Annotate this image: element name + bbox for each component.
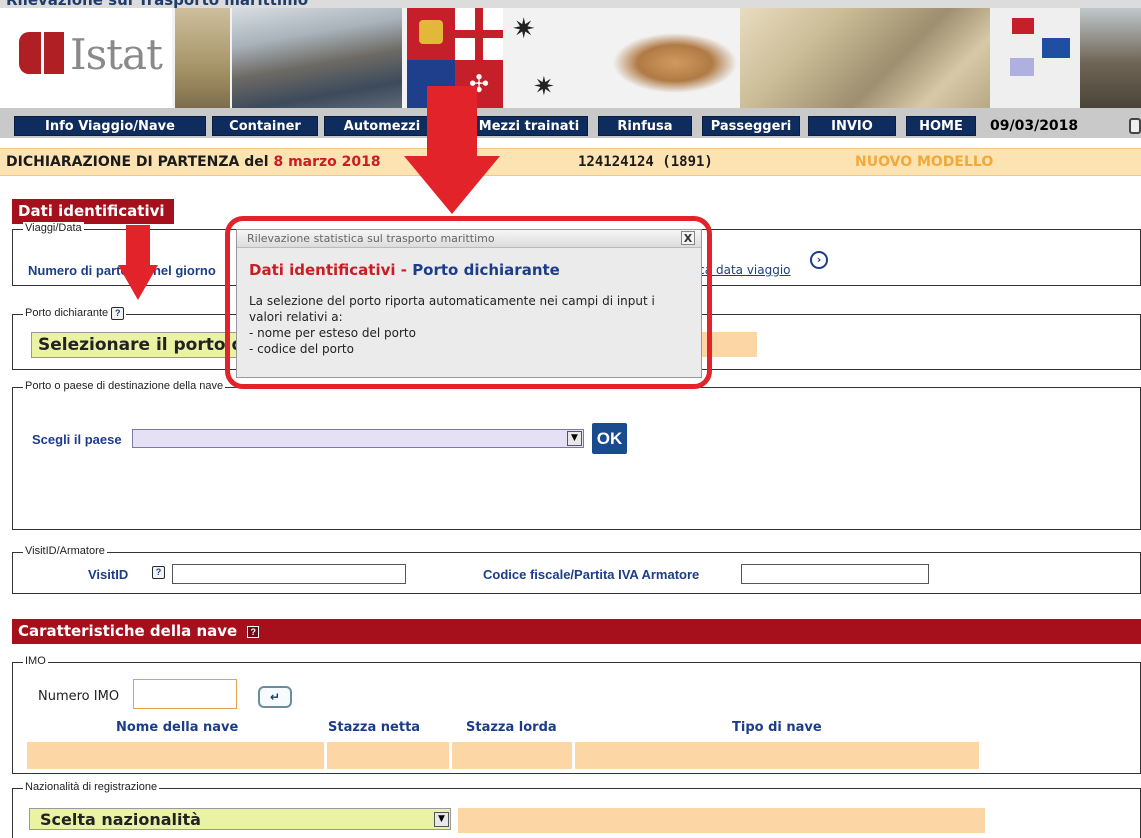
col-stazza-netta: Stazza netta — [328, 720, 421, 735]
big-red-arrow — [404, 86, 500, 214]
nav-date: 09/03/2018 — [990, 118, 1079, 134]
close-icon[interactable]: X — [681, 231, 695, 245]
visitid-label: VisitID — [88, 567, 129, 582]
nav-invio[interactable]: INVIO — [808, 116, 896, 136]
header-banner: Istat ✣ ✷ ✷ — [0, 8, 1141, 108]
page-top-title: Rilevazione sul Trasporto marittimo — [6, 0, 308, 8]
numero-imo-input[interactable] — [133, 679, 237, 709]
declaration-status-bar: DICHIARAZIONE DI PARTENZA del 8 marzo 20… — [0, 148, 1141, 176]
nav-info-viaggio[interactable]: Info Viaggio/Nave — [14, 116, 206, 136]
help-icon[interactable]: ? — [111, 307, 125, 320]
popup-body: La selezione del porto riporta automatic… — [249, 293, 697, 357]
declaration-date: 8 marzo 2018 — [273, 154, 381, 170]
nav-rinfusa[interactable]: Rinfusa — [598, 116, 692, 136]
compass-star-icon: ✷ — [512, 12, 536, 45]
help-icon[interactable]: ? — [247, 625, 260, 638]
help-icon[interactable]: ? — [152, 566, 165, 579]
lion-icon — [419, 20, 443, 44]
popup-titlebar: Rilevazione statistica sul trasporto mar… — [237, 230, 701, 248]
legend-nazionalita: Nazionalità di registrazione — [23, 781, 160, 793]
chevron-down-icon[interactable]: ▼ — [434, 812, 449, 827]
declaration-label: DICHIARAZIONE DI PARTENZA del — [6, 154, 269, 170]
popup-heading-section: Dati identificativi — [249, 261, 396, 279]
declaration-title: DICHIARAZIONE DI PARTENZA del 8 marzo 20… — [6, 154, 381, 170]
popup-heading-separator: - — [395, 261, 413, 279]
compass-star-icon: ✷ — [533, 72, 555, 102]
popup-line: valori relativi a: — [249, 310, 343, 324]
popup-line: - codice del porto — [249, 342, 354, 356]
fieldset-destinazione: Porto o paese di destinazione della nave — [12, 380, 1141, 530]
model-badge: NUOVO MODELLO — [855, 154, 994, 170]
popup-line: - nome per esteso del porto — [249, 326, 416, 340]
chevron-right-icon[interactable]: › — [810, 251, 828, 269]
legend-text: Porto dichiarante — [25, 307, 109, 319]
banner-image-old-map — [740, 8, 990, 108]
legend-porto-dichiarante: Porto dichiarante ? — [23, 307, 127, 320]
top-title-strip: Rilevazione sul Trasporto marittimo — [0, 0, 1141, 8]
chevron-down-icon[interactable]: ▼ — [567, 431, 582, 446]
nome-nave-field — [27, 742, 324, 769]
banner-image-container-port — [232, 8, 402, 108]
paese-select[interactable]: ▼ — [132, 429, 584, 448]
popup-heading: Dati identificativi - Porto dichiarante — [249, 261, 560, 279]
flag-icon — [1042, 38, 1070, 58]
popup-title: Rilevazione statistica sul trasporto mar… — [247, 232, 495, 245]
codice-fiscale-input[interactable] — [741, 564, 929, 584]
help-popup: Rilevazione statistica sul trasporto mar… — [236, 229, 702, 378]
calendar-icon[interactable] — [1129, 118, 1141, 134]
visitid-input[interactable] — [172, 564, 406, 584]
logo-text: Istat — [70, 30, 163, 79]
stazza-netta-field — [327, 742, 449, 769]
small-red-arrow — [118, 225, 158, 300]
logo-mark-right — [44, 32, 64, 74]
scegli-paese-label: Scegli il paese — [32, 432, 122, 447]
stazza-lorda-field — [452, 742, 572, 769]
section-title: Caratteristiche della nave — [18, 622, 238, 640]
main-nav: Info Viaggio/Nave Container Automezzi Me… — [0, 108, 1141, 138]
col-tipo-nave: Tipo di nave — [732, 720, 822, 735]
banner-image-fish — [600, 8, 740, 108]
flag-icon — [1012, 18, 1034, 34]
istat-logo: Istat — [0, 8, 172, 108]
declaration-code: 124124124 (1891) — [578, 154, 713, 170]
nav-passeggeri[interactable]: Passeggeri — [702, 116, 800, 136]
banner-flag-genoa — [455, 8, 503, 60]
nazionalita-field — [458, 808, 985, 833]
logo-mark-left — [19, 32, 41, 74]
nazionalita-selected: Scelta nazionalità — [40, 810, 201, 829]
banner-flag-venice — [407, 8, 455, 60]
banner-image-ship — [1080, 8, 1141, 108]
section-caratteristiche-nave: Caratteristiche della nave? — [12, 619, 1141, 644]
nazionalita-select[interactable]: Scelta nazionalità ▼ — [29, 808, 451, 830]
nav-home[interactable]: HOME — [906, 116, 976, 136]
legend-viaggi-data: Viaggi/Data — [23, 222, 84, 234]
legend-visitid: VisitID/Armatore — [23, 545, 107, 557]
numero-imo-label: Numero IMO — [38, 689, 120, 704]
section-title: Dati identificativi — [18, 202, 165, 220]
col-stazza-lorda: Stazza lorda — [466, 720, 557, 735]
banner-image-flags — [990, 8, 1080, 108]
codice-fiscale-label: Codice fiscale/Partita IVA Armatore — [483, 567, 700, 582]
banner-image-building — [175, 8, 230, 108]
flag-icon — [1010, 58, 1034, 76]
enter-icon[interactable]: ↵ — [258, 686, 292, 708]
popup-line: La selezione del porto riporta automatic… — [249, 294, 655, 308]
legend-imo: IMO — [23, 655, 48, 667]
col-nome-nave: Nome della nave — [116, 720, 239, 735]
tipo-nave-field — [575, 742, 979, 769]
section-dati-identificativi: Dati identificativi — [12, 199, 174, 224]
nav-container[interactable]: Container — [212, 116, 318, 136]
popup-heading-field: Porto dichiarante — [412, 261, 560, 279]
legend-destinazione: Porto o paese di destinazione della nave — [23, 380, 226, 392]
ok-button[interactable]: OK — [592, 423, 627, 454]
